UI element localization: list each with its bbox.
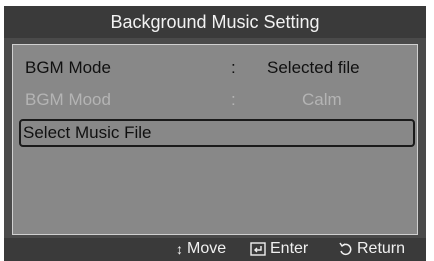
menu-item-label: BGM Mode [25,58,111,77]
menu-item-separator: : [231,90,236,109]
enter-label: Enter [270,240,309,257]
enter-hint: Enter [250,240,308,258]
menu-item-label: BGM Mood [25,90,111,109]
return-label: Return [357,240,406,257]
move-label: Move [187,240,227,257]
menu-item-label: Select Music File [23,123,152,142]
return-icon [339,242,352,256]
menu-item-value: Selected file [267,58,360,77]
dialog-title: Background Music Setting [4,6,426,38]
menu-list: BGM Mode : Selected file BGM Mood : Calm… [12,44,418,235]
menu-item-separator: : [231,58,236,77]
screen: Background Music Setting BGM Mode : Sele… [0,0,434,261]
menu-item-bgm-mood: BGM Mood : Calm [19,87,413,113]
menu-item-bgm-mode[interactable]: BGM Mode : Selected file [19,55,413,81]
enter-icon [250,242,266,256]
bgm-setting-dialog: Background Music Setting BGM Mode : Sele… [4,6,426,261]
menu-item-select-music-file[interactable]: Select Music File [19,119,415,147]
move-hint: ↕ Move [176,240,226,258]
return-hint: Return [338,240,405,258]
up-down-arrows-icon: ↕ [176,241,183,257]
key-guide-bar: ↕ Move Enter Return [4,238,426,261]
menu-item-value: Calm [302,90,342,109]
